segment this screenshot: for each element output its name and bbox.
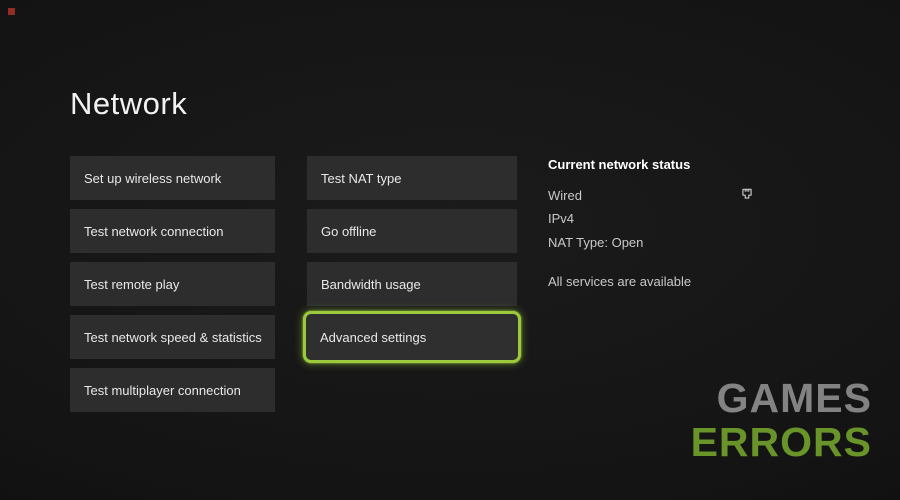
page-title: Network [70,86,187,122]
button-bandwidth-usage[interactable]: Bandwidth usage [307,262,517,306]
ethernet-icon [740,187,754,201]
button-test-network-speed-statistics[interactable]: Test network speed & statistics [70,315,275,359]
status-heading: Current network status [548,157,690,172]
button-setup-wireless-network[interactable]: Set up wireless network [70,156,275,200]
status-connection-type: Wired [548,188,582,203]
button-test-multiplayer-connection[interactable]: Test multiplayer connection [70,368,275,412]
watermark-line-errors: ERRORS [691,420,872,464]
button-test-remote-play[interactable]: Test remote play [70,262,275,306]
record-indicator-dot [8,8,15,15]
button-advanced-settings[interactable]: Advanced settings [303,311,521,363]
button-go-offline[interactable]: Go offline [307,209,517,253]
status-nat-type: NAT Type: Open [548,235,643,250]
button-test-nat-type[interactable]: Test NAT type [307,156,517,200]
watermark-line-games: GAMES [691,376,872,420]
button-test-network-connection[interactable]: Test network connection [70,209,275,253]
network-settings-screen: Network Set up wireless network Test net… [0,0,900,500]
watermark-logo: GAMES ERRORS [691,376,872,464]
status-services-availability: All services are available [548,274,691,289]
status-ip-version: IPv4 [548,211,574,226]
